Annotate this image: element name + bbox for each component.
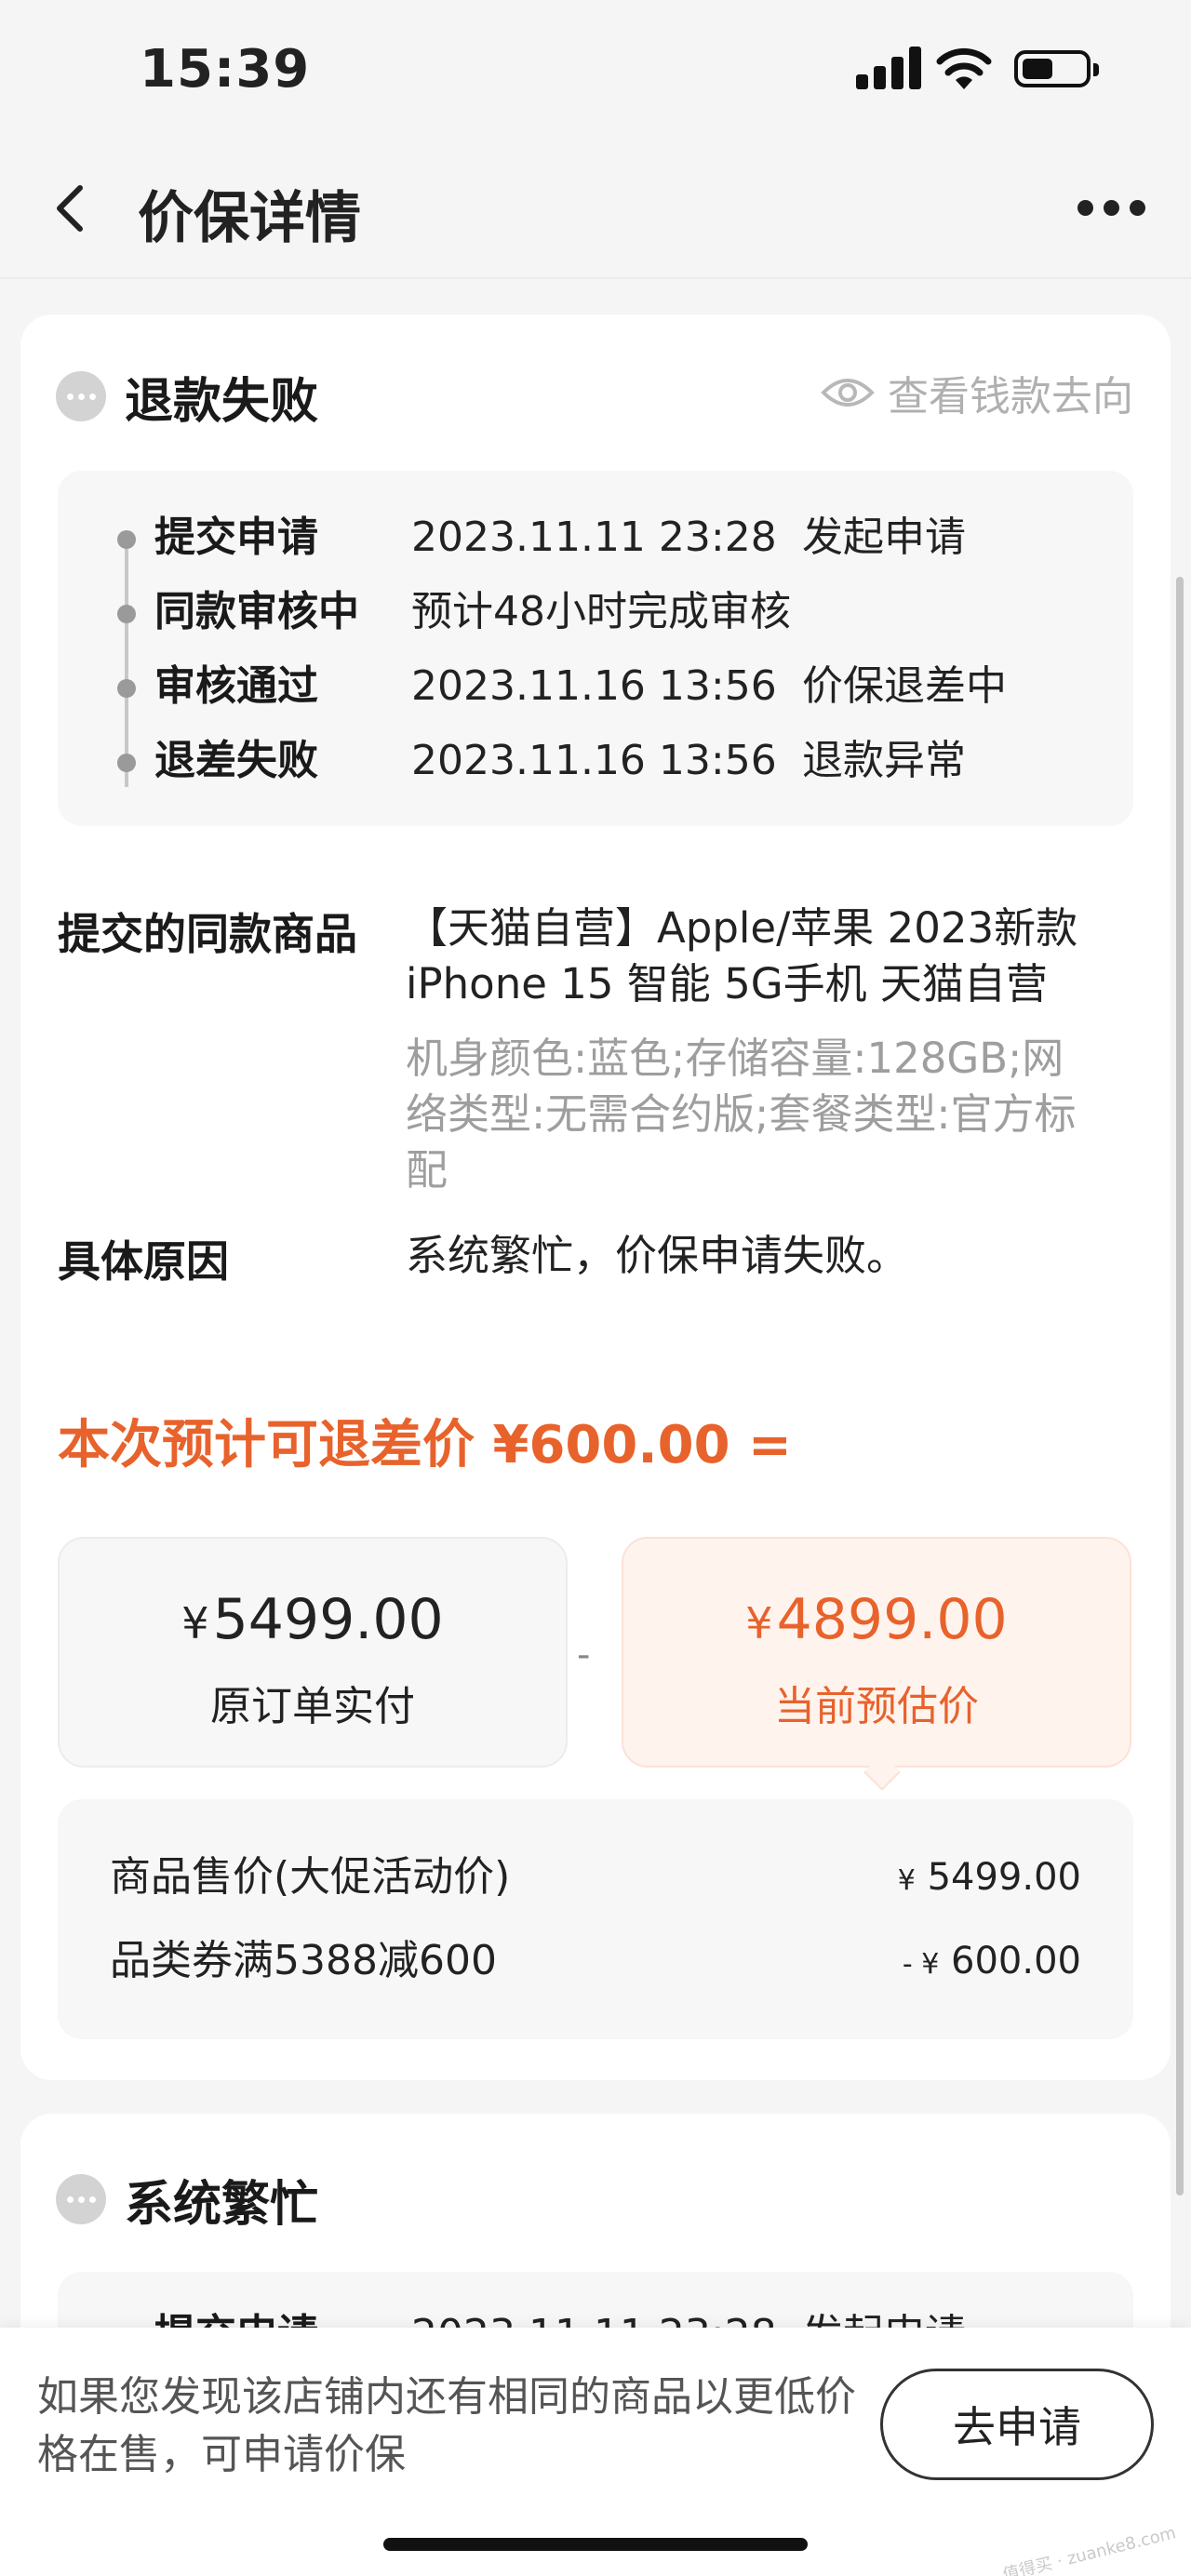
nav-bar: 价保详情 <box>0 140 1191 279</box>
current-price-value: 4899.00 <box>776 1587 1008 1652</box>
breakdown-label: 商品售价(大促活动价) <box>110 1853 511 1901</box>
timeline-label: 审核通过 <box>154 662 318 710</box>
original-price-amount: ¥5499.00 <box>60 1587 566 1652</box>
currency-symbol: ¥ <box>181 1598 209 1648</box>
back-icon[interactable] <box>45 180 100 236</box>
currency-symbol: ¥ <box>745 1598 773 1648</box>
home-indicator[interactable] <box>383 2538 808 2551</box>
timeline-status: 发起申请 <box>802 514 966 561</box>
product-spec-line1: 机身颜色:蓝色;存储容量:128GB;网 <box>406 1034 1064 1083</box>
track-money-label: 查看钱款去向 <box>888 373 1133 420</box>
timeline-row: 审核通过 2023.11.16 13:56 价保退差中 <box>58 659 1133 714</box>
timeline-time: 2023.11.11 23:28 <box>411 514 777 561</box>
timeline-row: 退差失败 2023.11.16 13:56 退款异常 <box>58 733 1133 789</box>
timeline-dot <box>117 679 136 698</box>
reason-label: 具体原因 <box>58 1236 229 1287</box>
breakdown-prefix: - ¥ <box>902 1948 940 1981</box>
breakdown-prefix: ¥ <box>897 1864 916 1897</box>
minus-sign: - <box>577 1634 591 1676</box>
original-price-value: 5499.00 <box>212 1587 444 1652</box>
timeline-label: 同款审核中 <box>154 588 359 635</box>
current-price-box: ¥4899.00 当前预估价 <box>622 1537 1131 1768</box>
breakdown-row: 品类券满5388减600 - ¥ 600.00 <box>110 1933 1081 1989</box>
timeline-dot <box>117 530 136 549</box>
page-title: 价保详情 <box>138 186 361 251</box>
section-header: 系统繁忙 <box>56 2162 318 2236</box>
more-options-icon[interactable] <box>1077 194 1146 221</box>
reason-value: 系统繁忙，价保申请失败。 <box>406 1231 909 1280</box>
timeline-time: 2023.11.16 13:56 <box>411 737 777 784</box>
original-price-box: ¥5499.00 原订单实付 <box>58 1537 568 1768</box>
timeline-status: 退款异常 <box>802 737 966 784</box>
product-spec-line2: 络类型:无需合约版;套餐类型:官方标 <box>406 1089 1077 1139</box>
eye-icon <box>821 379 875 407</box>
original-price-label: 原订单实付 <box>210 1683 415 1730</box>
product-spec-line3: 配 <box>406 1145 448 1195</box>
product-name-line2: iPhone 15 智能 5G手机 天猫自营 <box>406 959 1048 1008</box>
progress-timeline: 提交申请 2023.11.11 23:28 发起申请 同款审核中 预计48小时完… <box>58 471 1133 826</box>
product-name-line1: 【天猫自营】Apple/苹果 2023新款 <box>406 903 1078 953</box>
refund-estimate: 本次预计可退差价 ¥600.00 = <box>58 1415 792 1475</box>
breakdown-value: - ¥ 600.00 <box>903 1933 1081 1993</box>
current-price-amount: ¥4899.00 <box>623 1587 1130 1652</box>
breakdown-amount: 600.00 <box>951 1940 1081 1982</box>
breakdown-label: 品类券满5388减600 <box>110 1937 497 1984</box>
battery-icon <box>1014 50 1099 87</box>
wifi-icon <box>936 47 992 89</box>
cellular-signal-icon <box>856 47 921 89</box>
timeline-status: 价保退差中 <box>802 662 1007 710</box>
timeline-row: 提交申请 2023.11.11 23:28 发起申请 <box>58 510 1133 566</box>
breakdown-row: 商品售价(大促活动价) ¥ 5499.00 <box>110 1849 1081 1905</box>
breakdown-amount: 5499.00 <box>927 1856 1081 1899</box>
breakdown-value: ¥ 5499.00 <box>898 1849 1081 1909</box>
status-dots-icon <box>56 371 106 421</box>
timeline-time: 2023.11.16 13:56 <box>411 662 777 710</box>
track-money-link[interactable]: 查看钱款去向 <box>821 355 1133 430</box>
status-time: 15:39 <box>140 39 311 100</box>
section-title: 系统繁忙 <box>125 2176 319 2233</box>
current-price-label: 当前预估价 <box>774 1683 979 1730</box>
timeline-dot <box>117 605 136 623</box>
timeline-time: 预计48小时完成审核 <box>411 588 791 635</box>
status-bar: 15:39 <box>0 0 1191 140</box>
section-header: 退款失败 <box>56 359 318 434</box>
timeline-label: 提交申请 <box>154 514 318 561</box>
timeline-label: 退差失败 <box>154 737 318 784</box>
price-breakdown: 商品售价(大促活动价) ¥ 5499.00 品类券满5388减600 - ¥ 6… <box>58 1799 1133 2039</box>
price-protection-card: 退款失败 查看钱款去向 提交申请 2023.11.11 23:28 发起申请 同… <box>20 314 1171 2080</box>
product-label: 提交的同款商品 <box>58 909 357 959</box>
watermark: 值得买 · zuanke8.com <box>1000 2523 1179 2576</box>
timeline-dot <box>117 754 136 772</box>
bottom-action-bar: 如果您发现该店铺内还有相同的商品以更低价格在售，可申请价保 去申请 值得买 · … <box>0 2328 1191 2576</box>
apply-button[interactable]: 去申请 <box>880 2369 1154 2480</box>
apply-hint-text: 如果您发现该店铺内还有相同的商品以更低价格在售，可申请价保 <box>37 2373 856 2478</box>
scrollbar[interactable] <box>1176 577 1184 2196</box>
section-title: 退款失败 <box>125 373 319 430</box>
status-dots-icon <box>56 2174 106 2224</box>
timeline-row: 同款审核中 预计48小时完成审核 <box>58 584 1133 640</box>
